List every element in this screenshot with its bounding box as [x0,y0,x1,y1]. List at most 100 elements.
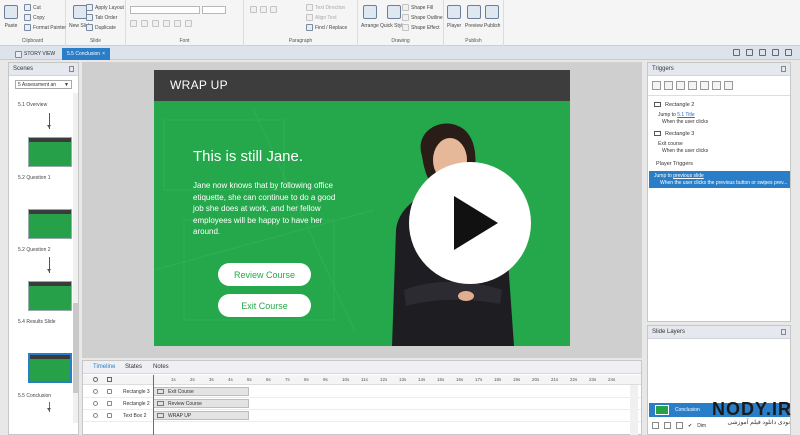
slide-thumbnail[interactable] [28,281,72,311]
time-tick: 10s [342,377,350,382]
font-family-select[interactable] [130,6,200,14]
shape-outline-button[interactable]: Shape Outline [402,14,443,21]
paste-button[interactable]: Paste [4,5,18,29]
arrange-button[interactable]: Arrange [361,5,379,29]
indent-icon[interactable] [270,6,277,13]
tab-order-button[interactable]: Tab Order [86,14,117,21]
row-name: Rectangle 2 [123,401,150,407]
font-style-buttons[interactable] [130,20,192,27]
edit-trigger-icon[interactable] [664,81,673,90]
phone-icon[interactable] [772,49,779,56]
paste-trigger-icon[interactable] [688,81,697,90]
lock-icon[interactable] [107,389,112,394]
monitor-icon[interactable] [733,49,740,56]
eye-icon[interactable] [93,389,98,394]
exit-course-button[interactable]: Exit Course [218,294,311,317]
phone-landscape-icon[interactable] [785,49,792,56]
timeline-row[interactable]: Rectangle 3 Exit Course [83,386,641,398]
scenes-scrollbar[interactable] [73,93,78,423]
time-tick: 12s [380,377,388,382]
trigger-object[interactable]: Rectangle 2 [654,102,694,108]
pin-icon[interactable] [69,66,74,72]
scrollbar-thumb[interactable] [73,303,78,393]
bold-icon[interactable] [130,20,137,27]
highlight-icon[interactable] [185,20,192,27]
format-painter-button[interactable]: Format Painter [24,24,66,31]
eye-icon[interactable] [93,401,98,406]
align-text-button[interactable]: Align Text [306,14,337,21]
slide-label[interactable]: 5.2 Question 2 [18,247,51,253]
shape-effect-button[interactable]: Shape Effect [402,24,440,31]
preview-button[interactable]: Preview [465,5,483,29]
player-icon [447,5,462,19]
playhead[interactable] [153,375,154,435]
timeline-row[interactable]: Text Box 2 WRAP UP [83,410,641,422]
pin-icon[interactable] [781,66,786,72]
font-size-select[interactable] [202,6,226,14]
tab-story-view[interactable]: STORY VIEW [10,48,60,60]
laptop-icon[interactable] [746,49,753,56]
eye-icon[interactable] [93,413,98,418]
trigger-object[interactable]: Rectangle 3 [654,131,694,137]
timeline-scrollbar[interactable] [630,385,638,435]
duplicate-button[interactable]: Duplicate [86,24,116,31]
timeline-bar[interactable]: Exit Course [153,387,249,396]
lock-icon[interactable] [107,401,112,406]
tablet-icon[interactable] [759,49,766,56]
strikethrough-icon[interactable] [163,20,170,27]
tab-states[interactable]: States [125,364,142,370]
delete-layer-icon[interactable] [676,422,683,429]
tab-slide-conclusion[interactable]: 5.5 Conclusion × [62,48,110,60]
scenes-panel: Scenes 5 Assessment an ▼ 5.1 Overview 5.2… [8,62,79,435]
timeline-bar[interactable]: WRAP UP [153,411,249,420]
slide-label[interactable]: 5.4 Results Slide [18,319,56,325]
slide-label[interactable]: 5.1 Overview [18,102,47,108]
cut-button[interactable]: Cut [24,4,41,11]
review-course-button[interactable]: Review Course [218,263,311,286]
duplicate-layer-icon[interactable] [664,422,671,429]
delete-trigger-icon[interactable] [700,81,709,90]
text-direction-button[interactable]: Text Direction [306,4,345,11]
paragraph-buttons[interactable] [250,6,277,13]
publish-button[interactable]: Publish [484,5,500,29]
trigger-action[interactable]: Jump to 5.1 Title [658,112,695,118]
copy-button[interactable]: Copy [24,14,45,21]
new-trigger-icon[interactable] [652,81,661,90]
preview-icon [466,5,481,19]
tab-timeline[interactable]: Timeline [93,364,115,370]
apply-layout-button[interactable]: Apply Layout [86,4,124,11]
player-button[interactable]: Player [447,5,461,29]
slide-label[interactable]: 5.5 Conclusion [18,393,51,399]
ribbon: Paste Cut Copy Format Painter Clipboard … [0,0,800,46]
italic-icon[interactable] [141,20,148,27]
move-up-icon[interactable] [712,81,721,90]
timeline-ruler[interactable]: 1s 2s 3s 4s 5s 6s 7s 8s 9s 10s 11s 12s 1… [83,375,641,385]
checkmark-icon[interactable]: ✔ [688,423,692,429]
copy-trigger-icon[interactable] [676,81,685,90]
move-down-icon[interactable] [724,81,733,90]
close-icon[interactable]: × [102,51,105,57]
timeline-row[interactable]: Rectangle 2 Review Course [83,398,641,410]
trigger-action[interactable]: Jump to previous slide [654,173,704,179]
tab-notes[interactable]: Notes [153,364,169,370]
find-replace-button[interactable]: Find / Replace [306,24,347,31]
slide-thumbnail[interactable] [28,137,72,167]
slide-label[interactable]: 5.2 Question 1 [18,175,51,181]
trigger-action[interactable]: Exit course [658,141,683,147]
timeline-bar[interactable]: Review Course [153,399,249,408]
scene-select[interactable]: 5 Assessment an ▼ [15,80,72,89]
numbering-icon[interactable] [260,6,267,13]
play-video-button[interactable] [409,162,531,284]
shape-fill-button[interactable]: Shape Fill [402,4,433,11]
slide-thumbnail-selected[interactable] [28,353,72,383]
underline-icon[interactable] [152,20,159,27]
divider [648,95,790,96]
pin-icon[interactable] [781,329,786,335]
slide-thumbnail[interactable] [28,209,72,239]
font-color-icon[interactable] [174,20,181,27]
new-layer-icon[interactable] [652,422,659,429]
time-tick: 16s [456,377,464,382]
lock-icon[interactable] [107,413,112,418]
align-text-icon [306,14,313,21]
bullets-icon[interactable] [250,6,257,13]
